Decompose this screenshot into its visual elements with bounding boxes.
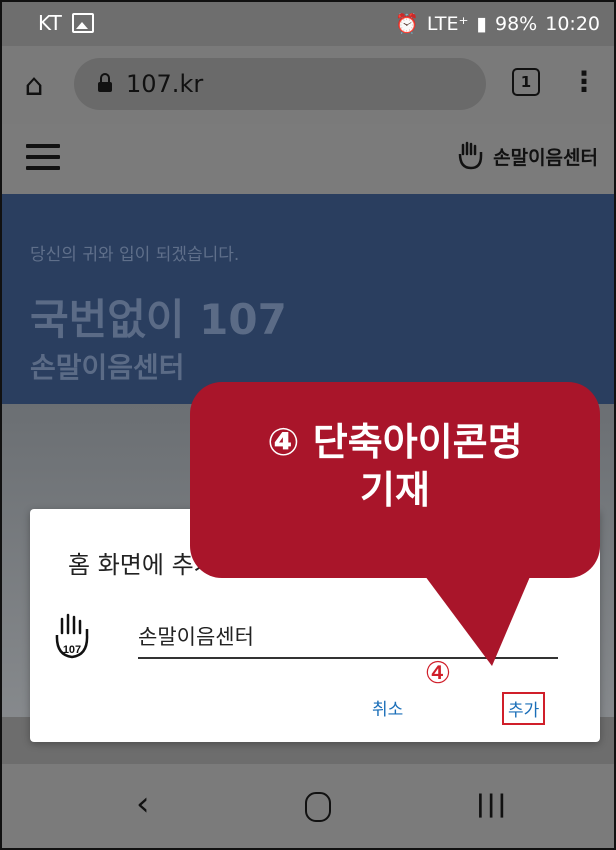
instruction-callout: ④ 단축아이콘명 기재 bbox=[190, 382, 600, 578]
callout-line-2: 기재 bbox=[360, 468, 430, 512]
phone-screen: KT ⏰ LTE⁺ ▮ 98% 10:20 ⌂ 107.kr 1 ⋮ 손말이음센… bbox=[0, 0, 616, 850]
step-number-marker: ④ bbox=[424, 656, 452, 691]
callout-line-1: ④ 단축아이콘명 bbox=[267, 420, 523, 464]
